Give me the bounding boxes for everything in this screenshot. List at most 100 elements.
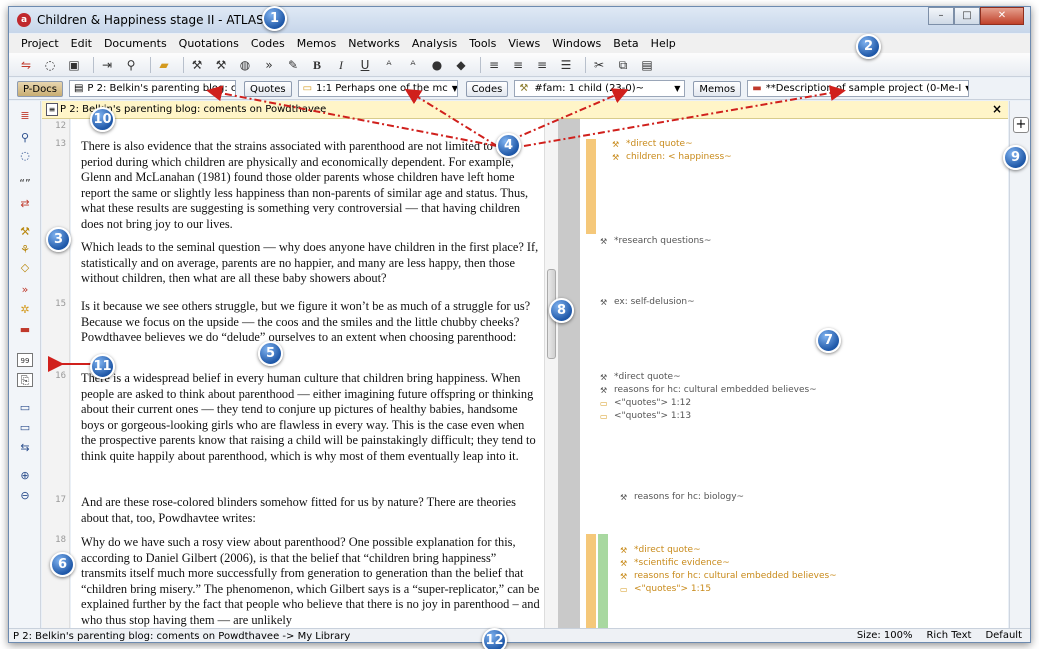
- zoom-100-icon[interactable]: 99: [17, 353, 33, 367]
- callout-badge: 4: [496, 133, 521, 158]
- left-vertical-toolbar: ≣ ⚲ ◌ “” ⇄ ⚒ ⚘ ◇ » ✲ ▬ 99 ⎘ ▭ ▭ ⇆ ⊕ ⊖: [9, 101, 41, 628]
- binoculars-icon[interactable]: ⚲: [122, 57, 140, 73]
- eraser-icon[interactable]: ◆: [452, 57, 470, 73]
- memos-button[interactable]: Memos: [693, 80, 742, 97]
- menu-codes[interactable]: Codes: [245, 37, 291, 50]
- zoom-in-icon[interactable]: ⊕: [17, 469, 33, 483]
- code-open-icon[interactable]: ⚒: [17, 225, 33, 239]
- status-zoom[interactable]: Size: 100%: [857, 630, 913, 641]
- zoom-out-icon[interactable]: ⊖: [17, 489, 33, 503]
- menu-windows[interactable]: Windows: [546, 37, 607, 50]
- link-icon[interactable]: ⇆: [17, 441, 33, 455]
- italic-icon[interactable]: I: [332, 57, 350, 73]
- code-list-icon[interactable]: ⚒: [212, 57, 230, 73]
- pane-splitter[interactable]: [558, 119, 580, 628]
- close-button[interactable]: ✕: [980, 7, 1024, 25]
- menu-views[interactable]: Views: [502, 37, 546, 50]
- margin-code[interactable]: ⚒ *scientific evidence~: [620, 558, 730, 568]
- add-pane-button[interactable]: +: [1013, 117, 1029, 133]
- quotes-button[interactable]: Quotes: [243, 80, 292, 97]
- underline-icon[interactable]: U: [356, 57, 374, 73]
- quote-marks-icon[interactable]: “”: [17, 177, 33, 191]
- menu-project[interactable]: Project: [15, 37, 65, 50]
- margin-area: ⚒ *direct quote~ ⚒ children: < happiness~ …: [580, 119, 1008, 628]
- code-in-vivo-icon[interactable]: ◇: [17, 261, 33, 275]
- margin-code-label: <"quotes"> 1:15: [634, 584, 712, 594]
- margin-code[interactable]: ▭ <"quotes"> 1:13: [600, 411, 691, 421]
- menu-memos[interactable]: Memos: [291, 37, 342, 50]
- toolbar-separator: [183, 56, 184, 73]
- margin-code[interactable]: ▭ <"quotes"> 1:15: [620, 584, 711, 594]
- menu-documents[interactable]: Documents: [98, 37, 173, 50]
- minimize-button[interactable]: –: [928, 7, 954, 25]
- import-icon[interactable]: ⇥: [98, 57, 116, 73]
- margin-code[interactable]: ⚒ children: < happiness~: [612, 152, 732, 162]
- document-icon: ≡: [46, 103, 58, 116]
- align-right-icon[interactable]: ≡: [533, 57, 551, 73]
- margin-code[interactable]: ⚒ reasons for hc: biology~: [620, 492, 744, 502]
- code-filter-icon[interactable]: ⚘: [17, 243, 33, 257]
- search-icon[interactable]: ⚲: [17, 131, 33, 145]
- font-size-down-icon[interactable]: ᴬ: [380, 57, 398, 73]
- list-icon[interactable]: ☰: [557, 57, 575, 73]
- status-format: Rich Text: [926, 630, 972, 641]
- settings-icon[interactable]: ✲: [17, 303, 33, 317]
- split-icon[interactable]: ⇄: [17, 197, 33, 211]
- maximize-button[interactable]: □: [954, 7, 980, 25]
- toolbar-separator: [150, 56, 151, 73]
- quote-select[interactable]: ▭ 1:1 Perhaps one of the mc ▼: [297, 80, 458, 97]
- margin-code[interactable]: ⚒ *direct quote~: [600, 372, 681, 382]
- line-number: 17: [55, 495, 66, 505]
- align-left-icon[interactable]: ≡: [485, 57, 503, 73]
- margin-code-label: *research questions~: [614, 236, 712, 246]
- cut-icon[interactable]: ✂: [590, 57, 608, 73]
- margin-code-label: ex: self-delusion~: [614, 297, 695, 307]
- menu-tools[interactable]: Tools: [463, 37, 502, 50]
- margin-code[interactable]: ⚒ *direct quote~: [620, 545, 701, 555]
- paste-icon[interactable]: ▤: [638, 57, 656, 73]
- menu-help[interactable]: Help: [645, 37, 682, 50]
- margin-code[interactable]: ▭ <"quotes"> 1:12: [600, 398, 691, 408]
- menu-networks[interactable]: Networks: [342, 37, 406, 50]
- copy-icon[interactable]: ⧉: [614, 57, 632, 73]
- app-window: a Children & Happiness stage II - ATLAS.…: [8, 6, 1031, 643]
- codes-button[interactable]: Codes: [465, 80, 509, 97]
- code-arrow-icon[interactable]: »: [17, 283, 33, 297]
- menu-beta[interactable]: Beta: [607, 37, 644, 50]
- document-text-area[interactable]: There is also evidence that the strains …: [71, 119, 544, 628]
- save-icon[interactable]: ▣: [65, 57, 83, 73]
- code-tool-icon[interactable]: ⚒: [188, 57, 206, 73]
- xml-icon[interactable]: ◍: [236, 57, 254, 73]
- comment-icon[interactable]: ◌: [17, 149, 33, 163]
- color-icon[interactable]: ●: [428, 57, 446, 73]
- pen-icon[interactable]: ✎: [284, 57, 302, 73]
- margin-code[interactable]: ⚒ reasons for hc: cultural embedded belie…: [620, 571, 837, 581]
- vertical-scrollbar[interactable]: [544, 119, 558, 628]
- list-alt-icon[interactable]: ▭: [17, 421, 33, 435]
- menu-edit[interactable]: Edit: [65, 37, 98, 50]
- margin-code[interactable]: ⚒ reasons for hc: cultural embedded belie…: [600, 385, 817, 395]
- pdoc-select[interactable]: ▤ P 2: Belkin's parenting blog: comer ▼: [68, 80, 236, 97]
- margin-icon[interactable]: ≣: [17, 109, 33, 123]
- bold-icon[interactable]: B: [308, 57, 326, 73]
- margin-code[interactable]: ⚒ ex: self-delusion~: [600, 297, 695, 307]
- memo-icon[interactable]: ▬: [17, 323, 33, 337]
- comment-icon[interactable]: ◌: [41, 57, 59, 73]
- menu-analysis[interactable]: Analysis: [406, 37, 463, 50]
- folder-icon[interactable]: ▰: [155, 57, 173, 73]
- align-center-icon[interactable]: ≡: [509, 57, 527, 73]
- pdocs-button[interactable]: P-Docs: [17, 80, 63, 97]
- list-icon[interactable]: ▭: [17, 401, 33, 415]
- margin-code[interactable]: ⚒ *direct quote~: [612, 139, 693, 149]
- status-path: P 2: Belkin's parenting blog: coments on…: [13, 631, 351, 642]
- close-document-button[interactable]: ×: [992, 102, 1002, 116]
- new-icon[interactable]: ⇋: [17, 57, 35, 73]
- code-select[interactable]: ⚒ #fam: 1 child (23-0)~ ▼: [514, 80, 686, 97]
- font-size-up-icon[interactable]: ᴬ: [404, 57, 422, 73]
- page-icon[interactable]: ⎘: [17, 373, 33, 387]
- menu-quotations[interactable]: Quotations: [173, 37, 245, 50]
- margin-code[interactable]: ⚒ *research questions~: [600, 236, 711, 246]
- overflow-icon[interactable]: »: [260, 57, 278, 73]
- document-tab[interactable]: ≡ P 2: Belkin's parenting blog: coments …: [42, 101, 1008, 119]
- memo-select[interactable]: ▬ **Description of sample project (0-Me-…: [747, 80, 970, 97]
